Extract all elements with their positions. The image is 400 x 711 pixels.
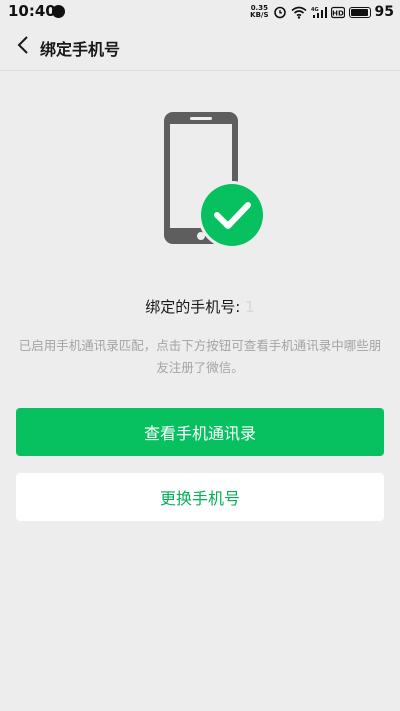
status-time: 10:40 — [8, 2, 56, 20]
network-type: 4G — [311, 7, 319, 13]
cellular-signal-icon: 4G — [311, 6, 327, 19]
network-speed-unit: KB/S — [250, 11, 269, 19]
bound-phone-row: 绑定的手机号: 1 — [0, 296, 400, 317]
battery-fill — [350, 8, 369, 16]
alarm-icon — [273, 5, 287, 19]
change-phone-button[interactable]: 更换手机号 — [16, 473, 384, 521]
back-button[interactable] — [8, 32, 38, 62]
contacts-match-description: 已启用手机通讯录匹配，点击下方按钮可查看手机通讯录中哪些朋友注册了微信。 — [18, 338, 382, 375]
chevron-left-icon — [16, 35, 30, 59]
battery-level: 95 — [374, 4, 394, 20]
hd-label: HD — [332, 9, 344, 17]
hd-voice-icon: HD — [330, 6, 345, 19]
battery-icon — [348, 6, 371, 18]
status-bar: 10:40 0.35 KB/S 4G HD 95 — [0, 0, 400, 24]
page-title: 绑定手机号 — [40, 40, 121, 59]
check-circle-icon — [198, 181, 266, 249]
bound-phone-label: 绑定的手机号: — [145, 298, 241, 316]
phone-verified-illustration — [160, 108, 270, 253]
nav-bar: 绑定手机号 — [0, 24, 400, 71]
app-notification-icon — [52, 5, 65, 18]
wifi-icon — [290, 6, 307, 19]
status-icons: 0.35 KB/S 4G HD 95 — [250, 2, 394, 22]
view-contacts-button[interactable]: 查看手机通讯录 — [16, 408, 384, 456]
bound-phone-number: 1 — [245, 298, 255, 316]
network-speed: 0.35 KB/S — [250, 5, 268, 19]
